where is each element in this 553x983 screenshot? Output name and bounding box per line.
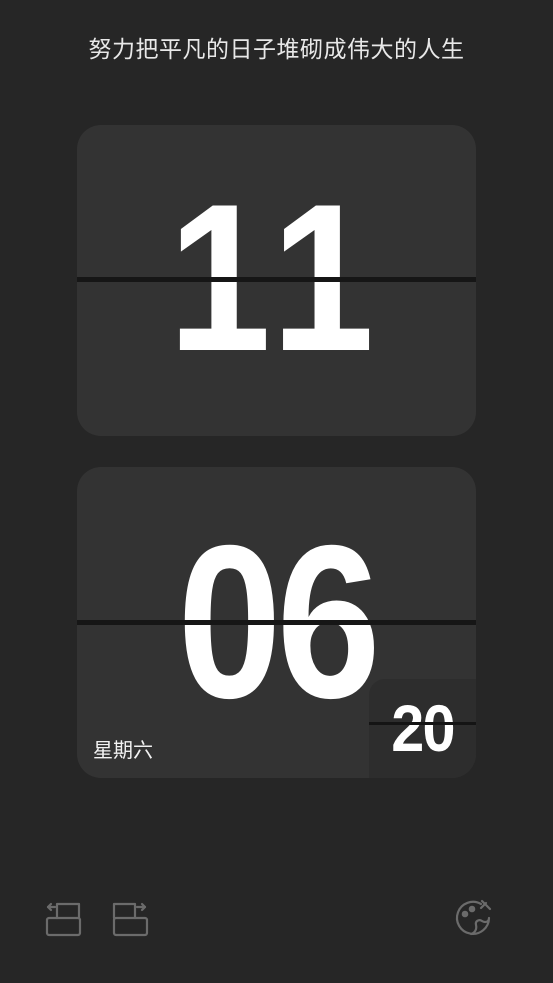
seconds-card: 20: [369, 679, 476, 778]
minute-card[interactable]: 06 星期六 20: [77, 467, 476, 778]
flip-clock-screen: 努力把平凡的日子堆砌成伟大的人生 11 06 星期六 20: [0, 0, 553, 983]
rotate-right-icon: [108, 896, 152, 940]
seconds-digits: 20: [391, 691, 455, 765]
rotate-left-button[interactable]: [43, 896, 87, 940]
motto-text: 努力把平凡的日子堆砌成伟大的人生: [88, 37, 465, 63]
weekday-label: 星期六: [93, 738, 153, 762]
rotate-right-button[interactable]: [108, 896, 152, 940]
hour-split-line: [77, 277, 476, 282]
rotate-left-icon: [43, 896, 87, 940]
theme-button[interactable]: [451, 896, 495, 940]
hour-card[interactable]: 11: [77, 125, 476, 436]
minute-split-line: [77, 620, 476, 625]
palette-icon: [451, 896, 495, 940]
seconds-split-line: [369, 722, 476, 725]
